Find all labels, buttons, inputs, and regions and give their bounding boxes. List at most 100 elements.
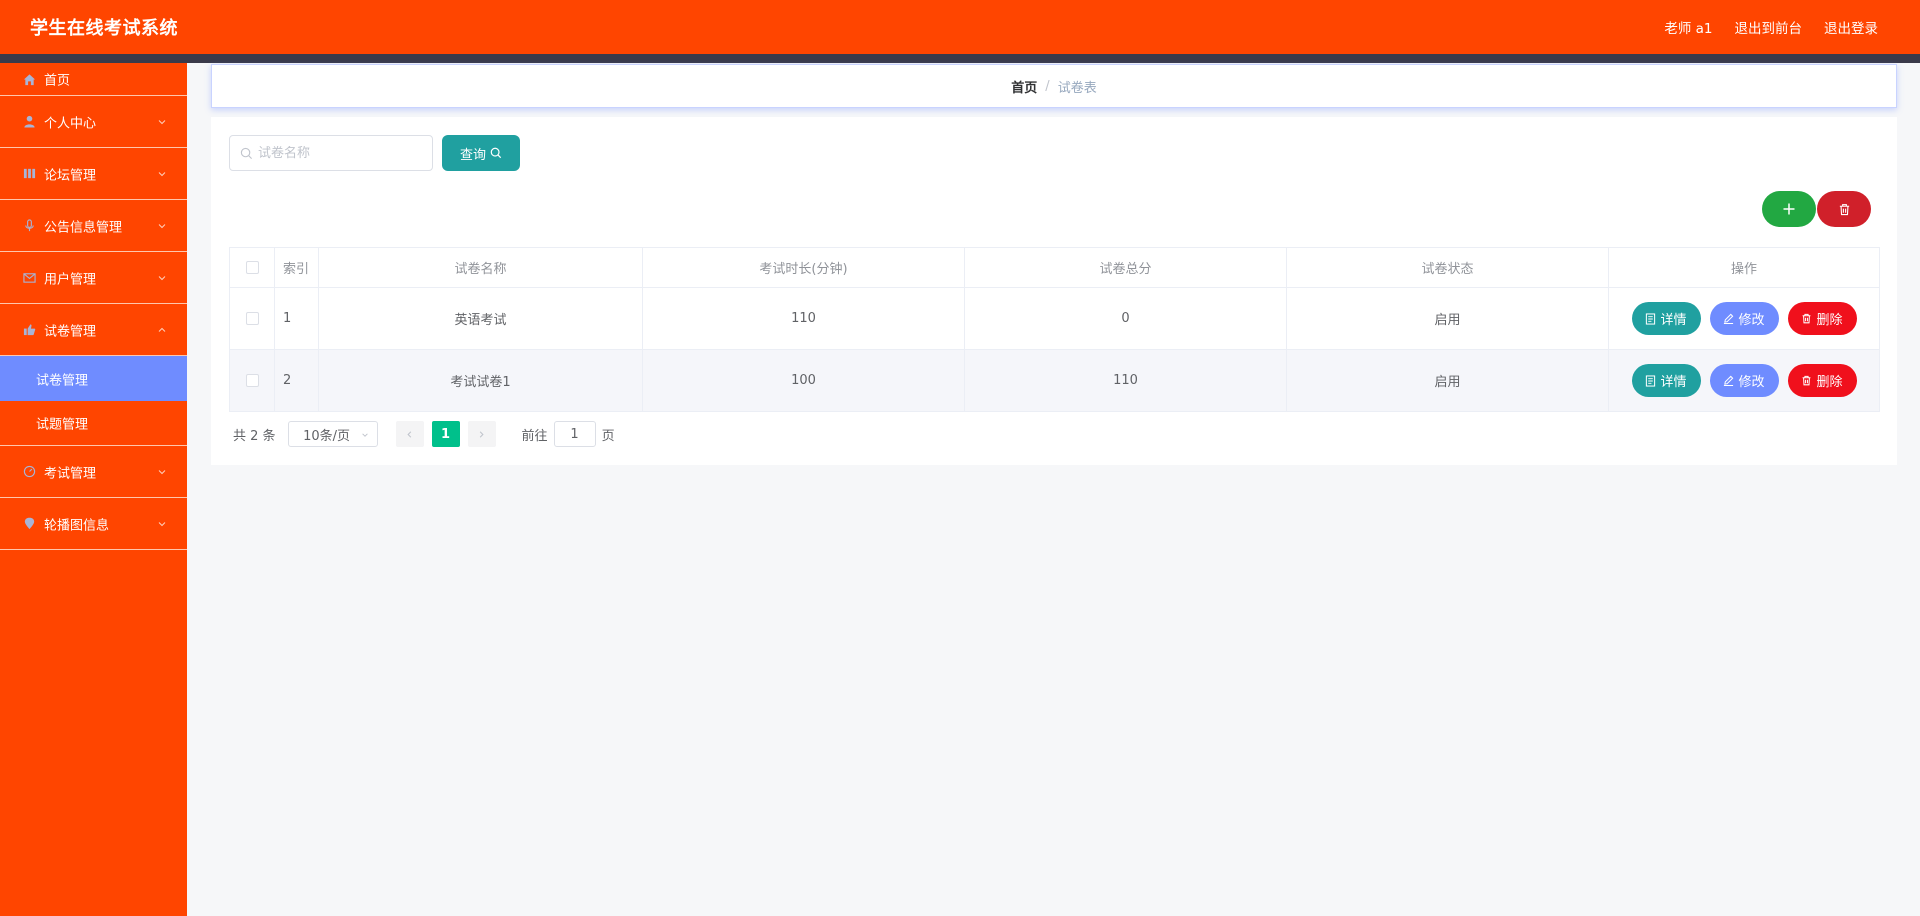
microphone-icon (22, 219, 36, 233)
row-checkbox[interactable] (245, 312, 259, 325)
sidebar-item-announcements[interactable]: 公告信息管理 (0, 200, 187, 252)
sidebar-item-exams[interactable]: 考试管理 (0, 446, 187, 498)
sidebar-subitem-paper-management[interactable]: 试卷管理 (0, 356, 187, 401)
chevron-down-icon (158, 275, 166, 280)
thumb-icon (22, 323, 36, 337)
next-page-button[interactable] (467, 421, 496, 447)
edit-icon (1724, 313, 1734, 324)
breadcrumb: 首页 / 试卷表 (211, 64, 1897, 108)
cell-status: 启用 (1286, 349, 1609, 412)
sidebar-item-papers[interactable]: 试卷管理 (0, 304, 187, 356)
user-icon (22, 115, 36, 129)
sidebar-item-label: 用户管理 (44, 272, 97, 287)
page-size-value: 10条/页 (303, 428, 351, 444)
detail-button-label: 详情 (1660, 312, 1687, 327)
cell-duration: 110 (642, 287, 965, 350)
exit-to-front-link[interactable]: 退出到前台 (1735, 17, 1803, 37)
sidebar-item-carousel[interactable]: 轮播图信息 (0, 498, 187, 550)
query-button-label: 查询 (459, 146, 486, 162)
edit-button-label: 修改 (1738, 312, 1765, 327)
row-checkbox[interactable] (245, 374, 259, 387)
edit-button-label: 修改 (1738, 374, 1765, 389)
current-user-label: 老师 a1 (1664, 21, 1713, 37)
sidebar-item-forum[interactable]: 论坛管理 (0, 148, 187, 200)
add-button[interactable] (1762, 191, 1816, 227)
column-header-index: 索引 (274, 247, 319, 288)
sidebar-item-users[interactable]: 用户管理 (0, 252, 187, 304)
goto-suffix: 页 (601, 428, 615, 444)
select-all-checkbox[interactable] (245, 261, 259, 274)
sidebar-item-home[interactable]: 首页 (0, 63, 187, 96)
column-header-paper-name: 试卷名称 (318, 247, 643, 288)
row-select-cell (229, 349, 275, 412)
trash-icon (1803, 313, 1811, 324)
sidebar-item-label: 个人中心 (44, 116, 97, 131)
sidebar-item-label: 轮播图信息 (44, 518, 110, 533)
edit-button[interactable]: 修改 (1709, 302, 1779, 335)
header-divider (0, 54, 1920, 63)
sidebar-subitem-label: 试题管理 (36, 417, 89, 433)
cell-status: 启用 (1286, 287, 1609, 350)
pagination: 共 2 条 10条/页 1 前往 页 (233, 421, 615, 447)
page-size-select[interactable]: 10条/页 (287, 421, 378, 447)
odometer-icon (22, 465, 36, 479)
papers-table: 索引 试卷名称 考试时长(分钟) 试卷总分 试卷状态 操作 1 英语考试 110… (229, 247, 1880, 412)
search-icon (490, 147, 502, 159)
location-icon (22, 517, 36, 531)
goto-prefix: 前往 (521, 428, 548, 444)
table-row: 1 英语考试 110 0 启用 详情 修改 删除 (229, 287, 1880, 350)
breadcrumb-current: 试卷表 (1057, 80, 1097, 96)
breadcrumb-home[interactable]: 首页 (1011, 77, 1037, 96)
cell-paper-name: 考试试卷1 (318, 349, 643, 412)
chevron-right-icon (479, 430, 484, 438)
edit-button[interactable]: 修改 (1709, 364, 1779, 397)
delete-button-label: 删除 (1816, 374, 1843, 389)
chevron-down-icon (361, 433, 368, 437)
paper-name-search-input[interactable] (258, 145, 418, 161)
query-button[interactable]: 查询 (442, 135, 520, 171)
batch-delete-button[interactable] (1817, 191, 1871, 227)
chevron-down-icon (158, 521, 166, 526)
cell-actions: 详情 修改 删除 (1608, 287, 1880, 350)
page-number-current[interactable]: 1 (431, 421, 460, 447)
chevron-down-icon (158, 119, 166, 124)
delete-button[interactable]: 删除 (1787, 364, 1857, 397)
mail-icon (22, 271, 36, 285)
home-icon (22, 72, 36, 86)
detail-button[interactable]: 详情 (1631, 364, 1701, 397)
detail-button[interactable]: 详情 (1631, 302, 1701, 335)
delete-button-label: 删除 (1816, 312, 1843, 327)
header-actions: 老师 a1 退出到前台 退出登录 (1664, 17, 1878, 37)
plus-icon (1783, 203, 1795, 215)
column-header-status: 试卷状态 (1286, 247, 1609, 288)
column-header-actions: 操作 (1608, 247, 1880, 288)
column-header-total-score: 试卷总分 (964, 247, 1287, 288)
breadcrumb-separator: / (1045, 78, 1050, 94)
chevron-down-icon (158, 223, 166, 228)
sidebar-item-label: 论坛管理 (44, 168, 97, 183)
logout-link[interactable]: 退出登录 (1824, 17, 1878, 37)
sidebar-item-label: 首页 (44, 73, 71, 89)
search-icon (240, 147, 253, 160)
cell-actions: 详情 修改 删除 (1608, 349, 1880, 412)
table-header-row: 索引 试卷名称 考试时长(分钟) 试卷总分 试卷状态 操作 (229, 247, 1880, 288)
row-select-cell (229, 287, 275, 350)
pagination-total: 共 2 条 (233, 428, 276, 444)
app-title: 学生在线考试系统 (30, 18, 178, 39)
chevron-down-icon (158, 469, 166, 474)
sidebar-subitem-question-management[interactable]: 试题管理 (0, 401, 187, 446)
cell-index: 2 (274, 349, 319, 412)
search-input-wrapper (229, 135, 433, 171)
prev-page-button[interactable] (395, 421, 424, 447)
sidebar-item-label: 试卷管理 (44, 324, 97, 339)
delete-button[interactable]: 删除 (1787, 302, 1857, 335)
column-header-duration: 考试时长(分钟) (642, 247, 965, 288)
cell-paper-name: 英语考试 (318, 287, 643, 350)
sidebar-item-label: 公告信息管理 (44, 220, 123, 235)
trash-icon (1803, 375, 1811, 386)
goto-page-input[interactable] (553, 421, 596, 447)
document-icon (1646, 374, 1656, 387)
detail-button-label: 详情 (1660, 374, 1687, 389)
sidebar-item-personal-center[interactable]: 个人中心 (0, 96, 187, 148)
chevron-down-icon (158, 171, 166, 176)
